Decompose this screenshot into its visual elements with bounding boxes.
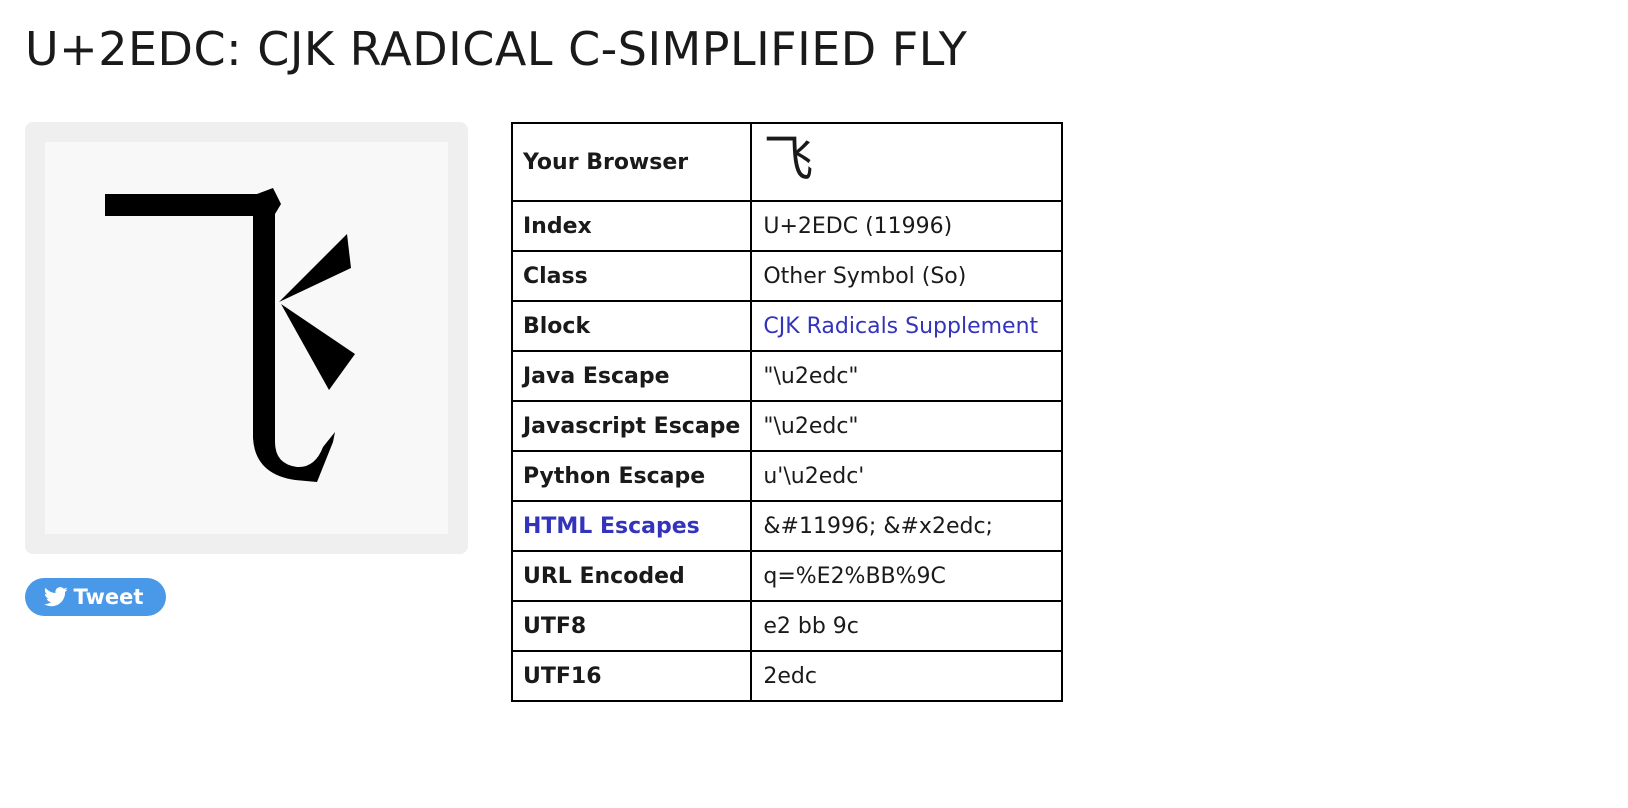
utf8-value: e2 bb 9c [750,600,1064,652]
glyph-image-card [25,122,468,554]
cjk-radical-simplified-fly-glyph [105,188,355,482]
url-encoded-value: q=%E2%BB%9C [750,550,1064,602]
table-row-index: Index U+2EDC (11996) [510,200,1064,252]
index-value: U+2EDC (11996) [750,200,1064,252]
page: U+2EDC: CJK RADICAL C-SIMPLIFIED FLY Twe… [0,0,1628,808]
tweet-button[interactable]: Tweet [25,578,166,616]
table-row-utf8: UTF8 e2 bb 9c [510,600,1064,652]
page-title: U+2EDC: CJK RADICAL C-SIMPLIFIED FLY [25,22,968,76]
table-row-html-escapes: HTML Escapes &#11996; &#x2edc; [510,500,1064,552]
browser-value: ⻜ [750,122,1064,202]
block-value-cell: CJK Radicals Supplement [750,300,1064,352]
utf16-label: UTF16 [510,650,753,702]
class-label: Class [510,250,753,302]
table-row-browser: Your Browser ⻜ [510,122,1064,202]
block-link[interactable]: CJK Radicals Supplement [763,314,1038,339]
block-label: Block [510,300,753,352]
table-row-class: Class Other Symbol (So) [510,250,1064,302]
table-row-block: Block CJK Radicals Supplement [510,300,1064,352]
java-escape-value: "\u2edc" [750,350,1064,402]
javascript-escape-label: Javascript Escape [510,400,753,452]
table-row-python-escape: Python Escape u'\u2edc' [510,450,1064,502]
html-escapes-value: &#11996; &#x2edc; [750,500,1064,552]
glyph-image-frame [45,142,448,534]
browser-label: Your Browser [510,122,753,202]
python-escape-label: Python Escape [510,450,753,502]
python-escape-value: u'\u2edc' [750,450,1064,502]
table-row-java-escape: Java Escape "\u2edc" [510,350,1064,402]
twitter-bird-icon [43,587,68,607]
html-escapes-label-cell: HTML Escapes [510,500,753,552]
url-encoded-label: URL Encoded [510,550,753,602]
javascript-escape-value: "\u2edc" [750,400,1064,452]
utf16-value: 2edc [750,650,1064,702]
browser-rendered-glyph: ⻜ [763,130,814,188]
table-row-url-encoded: URL Encoded q=%E2%BB%9C [510,550,1064,602]
table-row-javascript-escape: Javascript Escape "\u2edc" [510,400,1064,452]
utf8-label: UTF8 [510,600,753,652]
tweet-button-label: Tweet [73,585,144,609]
html-escapes-link[interactable]: HTML Escapes [523,514,700,539]
index-label: Index [510,200,753,252]
class-value: Other Symbol (So) [750,250,1064,302]
table-row-utf16: UTF16 2edc [510,650,1064,702]
java-escape-label: Java Escape [510,350,753,402]
character-info-table: Your Browser ⻜ Index U+2EDC (11996) Clas… [510,122,1064,702]
